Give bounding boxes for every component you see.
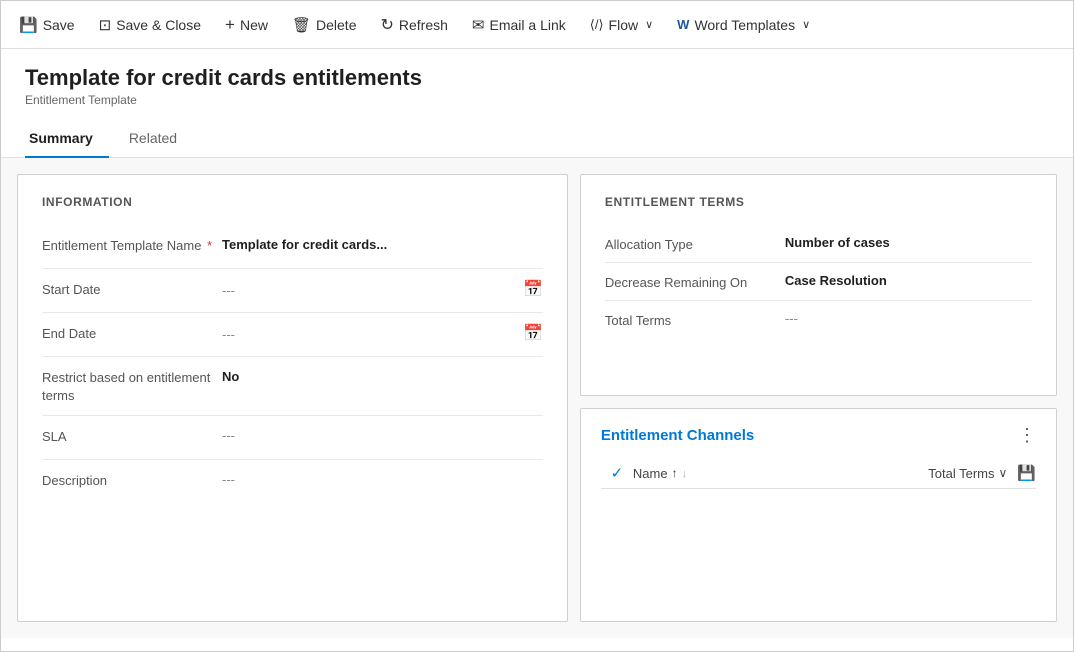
tab-summary[interactable]: Summary [25, 120, 109, 158]
field-description: Description --- [42, 460, 543, 504]
word-templates-button[interactable]: W Word Templates ∨ [667, 11, 820, 39]
right-panels: ENTITLEMENT TERMS Allocation Type Number… [580, 174, 1057, 622]
field-total-terms: Total Terms --- [605, 301, 1032, 338]
field-allocation-type: Allocation Type Number of cases [605, 225, 1032, 263]
flow-chevron-icon: ∨ [645, 18, 653, 31]
required-indicator: * [207, 238, 212, 253]
sort-desc-icon[interactable]: ↓ [682, 466, 688, 480]
page-title: Template for credit cards entitlements [25, 65, 1049, 91]
allocation-type-value[interactable]: Number of cases [785, 235, 1032, 250]
channels-header: Entitlement Channels ⋮ [601, 425, 1036, 446]
new-button[interactable]: + New [215, 9, 278, 41]
decrease-remaining-value[interactable]: Case Resolution [785, 273, 1032, 288]
checkmark-icon[interactable]: ✓ [611, 464, 624, 482]
total-terms-label: Total Terms [605, 311, 785, 328]
refresh-icon: ↻ [380, 15, 393, 35]
field-entitlement-template-name-label: Entitlement Template Name * [42, 235, 222, 255]
channels-table-header: ✓ Name ↑ ↓ Total Terms ∨ 💾 [601, 458, 1036, 489]
field-start-date: Start Date --- 📅 [42, 269, 543, 313]
toolbar: 💾 Save ⊡ Save & Close + New 🗑 Delete ↻ R… [1, 1, 1073, 49]
save-button[interactable]: 💾 Save [9, 10, 85, 40]
field-decrease-remaining-on: Decrease Remaining On Case Resolution [605, 263, 1032, 301]
save-close-icon: ⊡ [99, 16, 112, 34]
save-icon: 💾 [19, 16, 38, 34]
save-close-label: Save & Close [116, 17, 201, 33]
field-end-date: End Date --- 📅 [42, 313, 543, 357]
field-end-date-label: End Date [42, 323, 222, 343]
save-close-button[interactable]: ⊡ Save & Close [89, 10, 211, 40]
page-header: Template for credit cards entitlements E… [1, 49, 1073, 107]
name-col-label: Name [633, 466, 668, 481]
field-restrict-label: Restrict based on entitlement terms [42, 367, 222, 405]
delete-label: Delete [316, 17, 356, 33]
field-sla-value[interactable]: --- [222, 426, 543, 443]
tabs-bar: Summary Related [1, 119, 1073, 158]
field-sla: SLA --- [42, 416, 543, 460]
email-icon: ✉ [472, 16, 485, 34]
decrease-remaining-label: Decrease Remaining On [605, 273, 785, 290]
field-description-value[interactable]: --- [222, 470, 543, 487]
channels-save-icon[interactable]: 💾 [1017, 464, 1036, 482]
channels-menu-icon[interactable]: ⋮ [1018, 425, 1036, 446]
delete-icon: 🗑 [292, 16, 311, 34]
flow-button[interactable]: ⟨/⟩ Flow ∨ [580, 11, 663, 39]
field-restrict-value[interactable]: No [222, 367, 543, 384]
channels-title: Entitlement Channels [601, 427, 754, 444]
page-subtitle: Entitlement Template [25, 93, 1049, 107]
save-label: Save [43, 17, 75, 33]
field-entitlement-template-name-value[interactable]: Template for credit cards... [222, 235, 543, 252]
field-start-date-label: Start Date [42, 279, 222, 299]
field-sla-label: SLA [42, 426, 222, 446]
word-templates-chevron-icon: ∨ [802, 18, 810, 31]
email-link-label: Email a Link [490, 17, 566, 33]
flow-icon: ⟨/⟩ [590, 17, 604, 33]
total-terms-col-header: Total Terms ∨ 💾 [876, 464, 1036, 482]
name-col-header: Name ↑ ↓ [633, 466, 876, 481]
refresh-label: Refresh [399, 17, 448, 33]
start-date-calendar-icon[interactable]: 📅 [523, 279, 543, 299]
content-area: INFORMATION Entitlement Template Name * … [1, 158, 1073, 638]
new-label: New [240, 17, 268, 33]
new-icon: + [225, 15, 235, 35]
field-end-date-value[interactable]: --- [222, 325, 515, 342]
end-date-calendar-icon[interactable]: 📅 [523, 323, 543, 343]
field-start-date-value[interactable]: --- [222, 281, 515, 298]
field-restrict-entitlement: Restrict based on entitlement terms No [42, 357, 543, 416]
total-terms-sort-icon[interactable]: ∨ [999, 466, 1008, 480]
total-terms-col-label: Total Terms [928, 466, 994, 481]
check-col-header: ✓ [601, 464, 633, 482]
sort-asc-icon[interactable]: ↑ [672, 466, 678, 480]
information-panel: INFORMATION Entitlement Template Name * … [17, 174, 568, 622]
word-templates-label: Word Templates [694, 17, 795, 33]
refresh-button[interactable]: ↻ Refresh [370, 9, 457, 41]
word-templates-icon: W [677, 17, 689, 32]
flow-label: Flow [609, 17, 639, 33]
information-panel-title: INFORMATION [42, 195, 543, 209]
field-description-label: Description [42, 470, 222, 490]
field-entitlement-template-name: Entitlement Template Name * Template for… [42, 225, 543, 269]
entitlement-channels-panel: Entitlement Channels ⋮ ✓ Name ↑ ↓ Total … [580, 408, 1057, 622]
tab-related[interactable]: Related [125, 120, 193, 158]
total-terms-value[interactable]: --- [785, 311, 1032, 326]
delete-button[interactable]: 🗑 Delete [282, 10, 367, 40]
entitlement-terms-panel: ENTITLEMENT TERMS Allocation Type Number… [580, 174, 1057, 396]
entitlement-terms-title: ENTITLEMENT TERMS [605, 195, 1032, 209]
email-link-button[interactable]: ✉ Email a Link [462, 10, 576, 40]
allocation-type-label: Allocation Type [605, 235, 785, 252]
